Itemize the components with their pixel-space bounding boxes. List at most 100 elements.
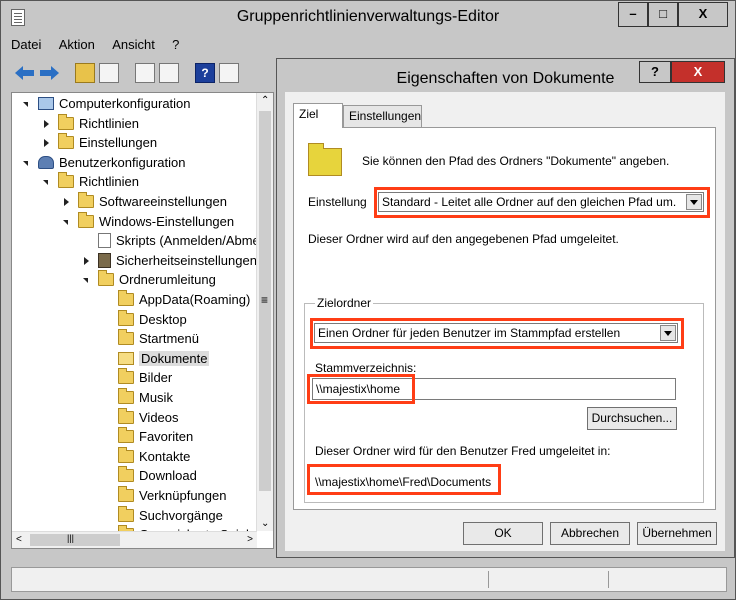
scroll-left-icon[interactable]: < bbox=[16, 534, 22, 545]
tree-item[interactable]: Richtlinien bbox=[44, 113, 139, 134]
chevron-down-icon[interactable] bbox=[686, 194, 702, 210]
tree-item[interactable]: Richtlinien bbox=[43, 172, 139, 192]
user-path: \\majestix\home\Fred\Documents bbox=[315, 475, 492, 489]
security-icon bbox=[98, 252, 111, 268]
cancel-button[interactable]: Abbrechen bbox=[550, 522, 630, 545]
tree-item[interactable]: Einstellungen bbox=[44, 133, 158, 153]
tree-item-label: Richtlinien bbox=[79, 174, 139, 190]
tree-item-label: Desktop bbox=[139, 311, 187, 327]
tree-item-label: Bilder bbox=[139, 370, 173, 386]
dialog-help-button[interactable]: ? bbox=[639, 61, 671, 83]
help-icon[interactable]: ? bbox=[195, 63, 215, 83]
tab-ziel[interactable]: Ziel bbox=[293, 103, 343, 128]
view-icon[interactable] bbox=[219, 63, 239, 83]
tree-item-label: Softwareeinstellungen bbox=[99, 194, 227, 209]
tree-item-label: Richtlinien bbox=[79, 115, 139, 131]
expanded-arrow-icon[interactable] bbox=[43, 180, 48, 186]
tree-item[interactable]: Download bbox=[118, 466, 197, 486]
folder-icon bbox=[118, 505, 134, 522]
collapsed-arrow-icon[interactable] bbox=[44, 119, 49, 128]
show-hide-console-tree-icon[interactable] bbox=[99, 63, 119, 83]
scroll-grip-horizontal-icon: ||| bbox=[67, 533, 75, 543]
scroll-up-icon[interactable]: ⌃ bbox=[261, 95, 269, 106]
browse-button[interactable]: Durchsuchen... bbox=[587, 407, 677, 430]
tree-item[interactable]: Skripts (Anmelden/Abmelden) bbox=[98, 231, 273, 251]
users-icon bbox=[38, 155, 54, 169]
properties-icon[interactable] bbox=[135, 63, 155, 83]
root-highlight bbox=[307, 374, 415, 404]
folder-icon bbox=[118, 290, 134, 307]
back-arrow-icon[interactable] bbox=[15, 63, 35, 83]
folder-icon bbox=[58, 133, 74, 150]
maximize-button[interactable]: □ bbox=[648, 2, 678, 27]
target-group-label: Zielordner bbox=[315, 296, 374, 310]
apply-button[interactable]: Übernehmen bbox=[637, 522, 717, 545]
status-separator bbox=[608, 571, 609, 588]
collapsed-arrow-icon[interactable] bbox=[44, 139, 49, 148]
tree-item[interactable]: Benutzerkonfiguration bbox=[23, 153, 186, 173]
status-separator bbox=[488, 571, 489, 588]
menu-aktion[interactable]: Aktion bbox=[59, 37, 95, 52]
expanded-arrow-icon[interactable] bbox=[83, 278, 88, 284]
tree-item[interactable]: Windows-Einstellungen bbox=[63, 211, 235, 232]
folder-up-icon[interactable] bbox=[75, 63, 95, 83]
scroll-right-icon[interactable]: > bbox=[247, 534, 253, 545]
menu-help[interactable]: ? bbox=[172, 37, 179, 52]
tree-vertical-scrollbar[interactable]: ⌃ ≡ ⌄ bbox=[256, 93, 273, 531]
tree-item[interactable]: Ordnerumleitung bbox=[83, 270, 216, 290]
tree-item[interactable]: Desktop bbox=[118, 309, 187, 330]
folder-icon bbox=[118, 309, 134, 326]
menu-ansicht[interactable]: Ansicht bbox=[112, 37, 155, 52]
tree-item[interactable]: Computerkonfiguration bbox=[23, 94, 191, 114]
tree-item-label: Windows-Einstellungen bbox=[99, 213, 235, 229]
folder-icon bbox=[78, 211, 94, 228]
tree-horizontal-scrollbar[interactable]: < ||| > bbox=[12, 531, 257, 548]
tree-item[interactable]: AppData(Roaming) bbox=[118, 290, 250, 310]
collapsed-arrow-icon[interactable] bbox=[64, 198, 69, 206]
tree-item-label: Benutzerkonfiguration bbox=[59, 154, 186, 170]
forward-arrow-icon[interactable] bbox=[39, 63, 59, 83]
setting-info: Dieser Ordner wird auf den angegebenen P… bbox=[308, 232, 619, 246]
folder-icon bbox=[98, 270, 114, 287]
folder-icon bbox=[58, 172, 74, 189]
scroll-down-icon[interactable]: ⌄ bbox=[261, 518, 269, 529]
tree-item[interactable]: Startmenü bbox=[118, 329, 199, 349]
target-select-value: Einen Ordner für jeden Benutzer im Stamm… bbox=[318, 326, 621, 340]
dialog-close-button[interactable]: X bbox=[671, 61, 725, 83]
setting-select[interactable]: Standard - Leitet alle Ordner auf den gl… bbox=[378, 192, 704, 212]
tree-item[interactable]: Favoriten bbox=[118, 427, 193, 447]
folder-icon bbox=[118, 466, 134, 483]
chevron-down-icon[interactable] bbox=[660, 325, 676, 341]
tree-item[interactable]: Dokumente bbox=[118, 349, 210, 369]
console-tree[interactable]: Gespeicherte SpieleSuchvorgängeVerknüpfu… bbox=[11, 92, 274, 549]
properties-dialog: Eigenschaften von Dokumente ? X Ziel Ein… bbox=[276, 58, 735, 558]
ok-button[interactable]: OK bbox=[463, 522, 543, 545]
tree-item[interactable]: Verknüpfungen bbox=[118, 486, 226, 506]
expanded-arrow-icon[interactable] bbox=[63, 219, 68, 225]
tree-item[interactable]: Suchvorgänge bbox=[118, 505, 223, 526]
close-button[interactable]: X bbox=[678, 2, 728, 27]
setting-label: Einstellung bbox=[308, 195, 367, 209]
folder-icon bbox=[118, 388, 134, 405]
tree-item-label: Videos bbox=[139, 409, 179, 425]
expanded-arrow-icon[interactable] bbox=[23, 102, 28, 107]
scroll-thumb-horizontal[interactable] bbox=[30, 534, 120, 546]
expanded-arrow-icon[interactable] bbox=[23, 160, 28, 166]
tree-item-label: Dokumente bbox=[139, 350, 210, 366]
tab-einstellungen[interactable]: Einstellungen bbox=[343, 105, 422, 127]
menu-datei[interactable]: Datei bbox=[11, 37, 41, 52]
collapsed-arrow-icon[interactable] bbox=[84, 256, 89, 265]
tree-item[interactable]: Sicherheitseinstellungen bbox=[84, 251, 257, 271]
tree-item[interactable]: Softwareeinstellungen bbox=[64, 192, 227, 212]
title-bar: Gruppenrichtlinienverwaltungs-Editor – □… bbox=[1, 1, 735, 35]
tree-item[interactable]: Kontakte bbox=[118, 446, 190, 467]
tree-item-label: Einstellungen bbox=[79, 135, 158, 151]
target-select[interactable]: Einen Ordner für jeden Benutzer im Stamm… bbox=[314, 323, 678, 343]
tree-item[interactable]: Videos bbox=[118, 407, 179, 428]
computer-icon bbox=[38, 97, 54, 111]
tree-item[interactable]: Musik bbox=[118, 388, 173, 408]
tree-item[interactable]: Bilder bbox=[118, 368, 172, 388]
minimize-button[interactable]: – bbox=[618, 2, 648, 27]
tree-item-label: Ordnerumleitung bbox=[119, 272, 216, 288]
export-list-icon[interactable] bbox=[159, 63, 179, 83]
